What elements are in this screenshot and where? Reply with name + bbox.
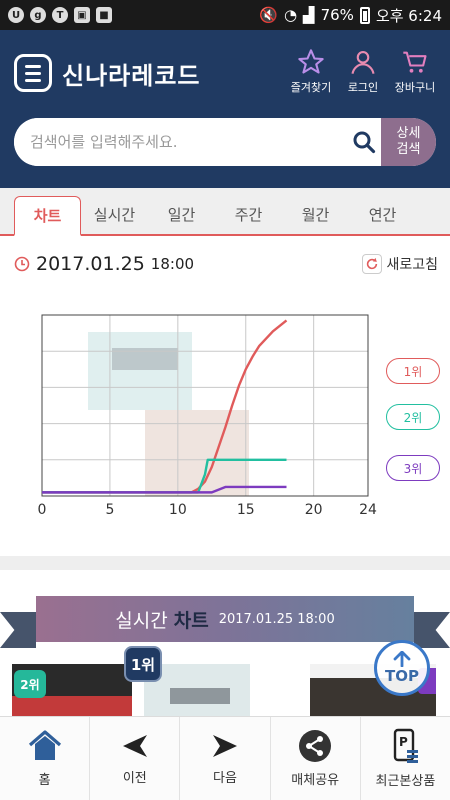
favorites-label: 즐겨찾기: [290, 81, 332, 94]
forward-arrow-icon: [213, 735, 237, 757]
legend-rank-2[interactable]: 2위: [386, 404, 440, 430]
app-root: U g T ▣ ■ 🔇 ◔ ▟ 76% 오후 6:24 신나라레코드 즐겨찾기: [0, 0, 450, 800]
refresh-label: 새로고침: [386, 257, 438, 273]
logo[interactable]: 신나라레코드: [14, 54, 200, 92]
rank-badge-1: 1위: [124, 646, 162, 682]
album-art-2: [145, 410, 249, 496]
tab-realtime[interactable]: 실시간: [81, 194, 148, 234]
tab-yearly[interactable]: 연간: [349, 194, 416, 234]
section-separator: [0, 556, 450, 570]
nav-forward-label: 다음: [213, 771, 237, 786]
banner-datetime: 2017.01.25 18:00: [218, 611, 335, 627]
search-bar: 상세 검색: [14, 118, 436, 166]
tab-chart[interactable]: 차트: [14, 196, 81, 236]
wifi-icon: ◔: [283, 6, 298, 24]
scroll-top-button[interactable]: TOP: [374, 640, 430, 696]
x-tick-label: 20: [305, 502, 323, 518]
refresh-icon: [362, 254, 383, 274]
bottom-nav: 홈 이전 다음 매체공유 P 최근본상품: [0, 716, 450, 800]
realtime-chart-banner: 실시간 차트 2017.01.25 18:00: [36, 596, 414, 642]
recent-items-icon: P: [394, 728, 419, 763]
circle-g-icon: g: [30, 7, 46, 23]
advanced-search-label-2: 검색: [396, 142, 421, 157]
favorites-button[interactable]: 즐겨찾기: [284, 48, 338, 95]
clock: 오후 6:24: [375, 6, 442, 25]
cart-label: 장바구니: [394, 81, 436, 94]
header: 신나라레코드 즐겨찾기 로그인 장바구니 검색어를 입력해주세요. 상세 검색: [0, 30, 450, 188]
nav-home-label: 홈: [38, 773, 51, 788]
album-art-1: [88, 332, 192, 410]
circle-u-icon: U: [8, 7, 24, 23]
search-input[interactable]: [14, 118, 347, 166]
album-cover: [170, 688, 230, 704]
chart-date-row: 2017.01.25 18:00 새로고침: [14, 252, 438, 276]
x-tick-label: 0: [38, 502, 47, 518]
chart-time: 18:00: [150, 255, 195, 273]
user-icon: [351, 51, 375, 74]
share-icon: [299, 730, 332, 762]
star-icon: [298, 49, 324, 74]
back-arrow-icon: [122, 735, 147, 757]
search-icon: [353, 131, 376, 154]
status-right: 🔇 ◔ ▟ 76% 오후 6:24: [259, 5, 442, 26]
app-icon: ■: [96, 7, 112, 23]
nav-recent[interactable]: P 최근본상품: [361, 717, 450, 800]
battery-icon: [359, 6, 370, 24]
status-bar: U g T ▣ ■ 🔇 ◔ ▟ 76% 오후 6:24: [0, 0, 450, 30]
status-left-icons: U g T ▣ ■: [8, 7, 112, 23]
x-tick-label: 5: [105, 502, 114, 518]
nav-forward[interactable]: 다음: [180, 717, 271, 800]
tab-monthly[interactable]: 월간: [282, 194, 349, 234]
mute-icon: 🔇: [259, 6, 278, 24]
tab-weekly[interactable]: 주간: [215, 194, 282, 234]
banner-ribbon-left: [0, 612, 36, 648]
logo-text: 신나라레코드: [62, 61, 201, 90]
search-button[interactable]: [347, 130, 381, 154]
nav-back[interactable]: 이전: [90, 717, 181, 800]
nav-back-label: 이전: [122, 771, 147, 786]
chart-tabs: 차트 실시간 일간 주간 월간 연간: [0, 188, 450, 236]
menu-logo-icon[interactable]: [14, 54, 52, 92]
arrow-up-icon: [393, 651, 411, 667]
chart-date: 2017.01.25: [36, 253, 145, 275]
x-tick-label: 24: [359, 502, 377, 518]
legend-rank-1[interactable]: 1위: [386, 358, 440, 384]
cart-icon: [403, 51, 427, 73]
clock-icon: [14, 256, 30, 272]
refresh-button[interactable]: 새로고침: [362, 254, 438, 274]
x-axis-ticks: 0 5 10 15 20 24: [38, 502, 377, 518]
banner-label: 실시간: [115, 609, 168, 632]
x-tick-label: 15: [237, 502, 255, 518]
top-label: TOP: [385, 667, 419, 685]
battery-percent: 76%: [320, 6, 354, 24]
login-label: 로그인: [347, 81, 379, 94]
banner-ribbon-right: [414, 612, 450, 648]
home-icon: [28, 730, 61, 760]
advanced-search-button[interactable]: 상세 검색: [381, 118, 436, 166]
login-button[interactable]: 로그인: [336, 48, 390, 95]
svg-text:P: P: [399, 735, 408, 749]
nav-home[interactable]: 홈: [0, 717, 91, 800]
nav-share-label: 매체공유: [291, 773, 340, 788]
legend-rank-3[interactable]: 3위: [386, 455, 440, 481]
x-tick-label: 10: [169, 502, 187, 518]
tab-daily[interactable]: 일간: [148, 194, 215, 234]
signal-icon: ▟: [303, 6, 315, 24]
talk-icon: T: [52, 7, 68, 23]
nav-recent-label: 최근본상품: [375, 774, 436, 789]
cart-button[interactable]: 장바구니: [388, 48, 442, 95]
rank-badge-2: 2위: [14, 670, 46, 698]
rank-chart: 0 5 10 15 20 24: [38, 314, 377, 518]
banner-label-bold: 차트: [173, 609, 209, 632]
image-icon: ▣: [74, 7, 90, 23]
nav-share[interactable]: 매체공유: [271, 717, 361, 800]
advanced-search-label-1: 상세: [396, 126, 421, 141]
